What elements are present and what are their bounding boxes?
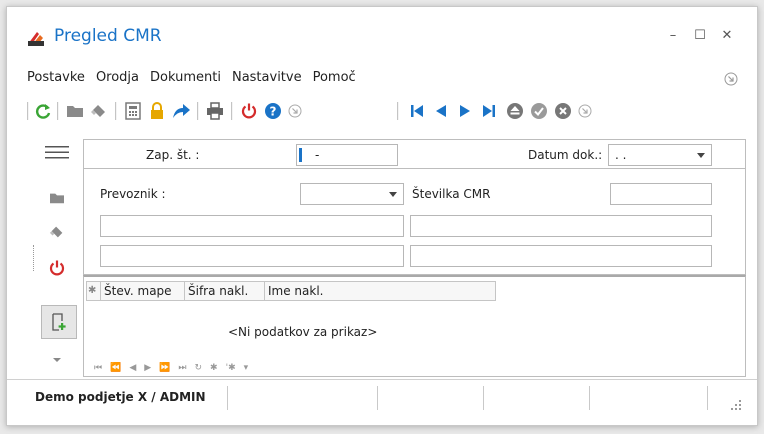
nav-prev-icon[interactable]: ◀ — [129, 363, 136, 373]
toolbar-separator — [57, 102, 59, 120]
status-company-user: Demo podjetje X / ADMIN — [35, 390, 206, 404]
calculator-icon[interactable] — [123, 101, 143, 121]
nav-filter-icon[interactable]: ▾ — [244, 363, 249, 373]
form-header-section: Zap. št. : - Datum dok.: . . — [83, 139, 746, 169]
prevoznik-label: Prevoznik : — [100, 187, 166, 201]
status-bar: Demo podjetje X / ADMIN — [7, 379, 757, 425]
previous-record-icon[interactable] — [431, 101, 451, 121]
help-icon[interactable]: ? — [263, 101, 283, 121]
prevoznik-address-field[interactable] — [100, 245, 404, 267]
chevron-down-icon — [389, 192, 397, 197]
collapse-icon[interactable] — [724, 72, 738, 86]
app-logo-icon — [28, 32, 44, 46]
eject-icon[interactable] — [505, 101, 525, 121]
zap-st-value: - — [315, 148, 320, 162]
toolbar: ? — [27, 99, 747, 123]
chevron-down-icon — [697, 153, 705, 158]
nav-refresh-icon[interactable]: ↻ — [195, 363, 203, 373]
last-record-icon[interactable] — [479, 101, 499, 121]
cmr-detail-field-2[interactable] — [410, 245, 712, 267]
cmr-detail-field-1[interactable] — [410, 215, 712, 237]
nav-first-icon[interactable]: ⏮ — [94, 363, 102, 373]
nav-next-icon[interactable]: ▶ — [144, 363, 151, 373]
add-document-icon — [52, 313, 66, 331]
lock-icon[interactable] — [147, 101, 167, 121]
main-window: Pregled CMR – ☐ ✕ Postavke Orodja Dokume… — [6, 6, 758, 426]
confirm-icon[interactable] — [529, 101, 549, 121]
prevoznik-name-field[interactable] — [100, 215, 404, 237]
collapse-icon[interactable] — [285, 101, 305, 121]
close-button[interactable]: ✕ — [717, 27, 737, 45]
toolbar-separator — [231, 102, 233, 120]
stevilka-cmr-label: Številka CMR — [412, 187, 491, 201]
menu-bar: Postavke Orodja Dokumenti Nastavitve Pom… — [27, 70, 356, 90]
datum-dropdown[interactable]: . . — [608, 144, 712, 166]
menu-pomoc[interactable]: Pomoč — [313, 70, 356, 90]
column-header-sifra-nakl[interactable]: Šifra nakl. — [185, 282, 265, 300]
left-sidebar — [33, 139, 81, 371]
status-separator — [227, 386, 228, 410]
status-separator — [589, 386, 590, 410]
print-icon[interactable] — [205, 101, 225, 121]
hamburger-menu-icon[interactable] — [45, 141, 69, 163]
title-bar: Pregled CMR – ☐ ✕ — [7, 7, 757, 59]
status-separator — [483, 386, 484, 410]
nav-edit-icon[interactable]: '✱ — [226, 363, 236, 373]
nav-append-icon[interactable]: ✱ — [210, 363, 218, 373]
nav-last-icon[interactable]: ⏭ — [178, 363, 186, 373]
stevilka-cmr-input[interactable] — [610, 183, 712, 205]
menu-orodja[interactable]: Orodja — [96, 70, 139, 90]
grid-header: ✱ Štev. mape Šifra nakl. Ime nakl. — [86, 281, 496, 301]
next-record-icon[interactable] — [455, 101, 475, 121]
refresh-icon[interactable] — [33, 101, 53, 121]
eraser-icon[interactable] — [45, 221, 69, 243]
toolbar-separator — [27, 102, 29, 120]
toolbar-separator — [397, 102, 399, 120]
status-separator — [707, 386, 708, 410]
toolbar-separator — [115, 102, 117, 120]
datum-label: Datum dok.: — [528, 148, 603, 162]
zap-st-field[interactable]: - — [296, 144, 398, 166]
zap-st-label: Zap. št. : — [146, 148, 200, 162]
chevron-down-icon[interactable] — [45, 349, 69, 371]
column-header-stev-mape[interactable]: Štev. mape — [101, 282, 185, 300]
menu-dokumenti[interactable]: Dokumenti — [150, 70, 221, 90]
form-main-section: Prevoznik : Številka CMR — [83, 169, 746, 275]
first-record-icon[interactable] — [407, 101, 427, 121]
menu-postavke[interactable]: Postavke — [27, 70, 85, 90]
datum-value: . . — [615, 148, 627, 162]
sidebar-divider — [33, 245, 35, 271]
minimize-button[interactable]: – — [663, 27, 683, 45]
cancel-icon[interactable] — [553, 101, 573, 121]
empty-grid-message: <Ni podatkov za prikaz> — [228, 325, 378, 339]
maximize-button[interactable]: ☐ — [690, 27, 710, 45]
eraser-icon[interactable] — [89, 101, 109, 121]
collapse-icon[interactable] — [575, 101, 595, 121]
nav-next-page-icon[interactable]: ⏩ — [159, 363, 170, 373]
prevoznik-dropdown[interactable] — [300, 183, 404, 205]
folder-icon[interactable] — [45, 187, 69, 209]
add-document-button[interactable] — [41, 305, 77, 339]
folder-icon[interactable] — [65, 101, 85, 121]
toolbar-separator — [197, 102, 199, 120]
row-indicator-icon: ✱ — [87, 282, 101, 300]
resize-grip-icon[interactable] — [729, 398, 743, 412]
forward-arrow-icon[interactable] — [171, 101, 191, 121]
window-title: Pregled CMR — [54, 26, 162, 46]
menu-nastavitve[interactable]: Nastavitve — [232, 70, 302, 90]
power-icon[interactable] — [239, 101, 259, 121]
status-separator — [377, 386, 378, 410]
text-caret — [299, 148, 302, 162]
power-icon[interactable] — [45, 257, 69, 279]
column-header-ime-nakl[interactable]: Ime nakl. — [265, 282, 495, 300]
svg-text:?: ? — [270, 105, 277, 119]
data-grid: ✱ Štev. mape Šifra nakl. Ime nakl. <Ni p… — [83, 275, 746, 377]
grid-navigator: ⏮ ⏪ ◀ ▶ ⏩ ⏭ ↻ ✱ '✱ ▾ — [94, 361, 248, 375]
nav-prev-page-icon[interactable]: ⏪ — [110, 363, 121, 373]
